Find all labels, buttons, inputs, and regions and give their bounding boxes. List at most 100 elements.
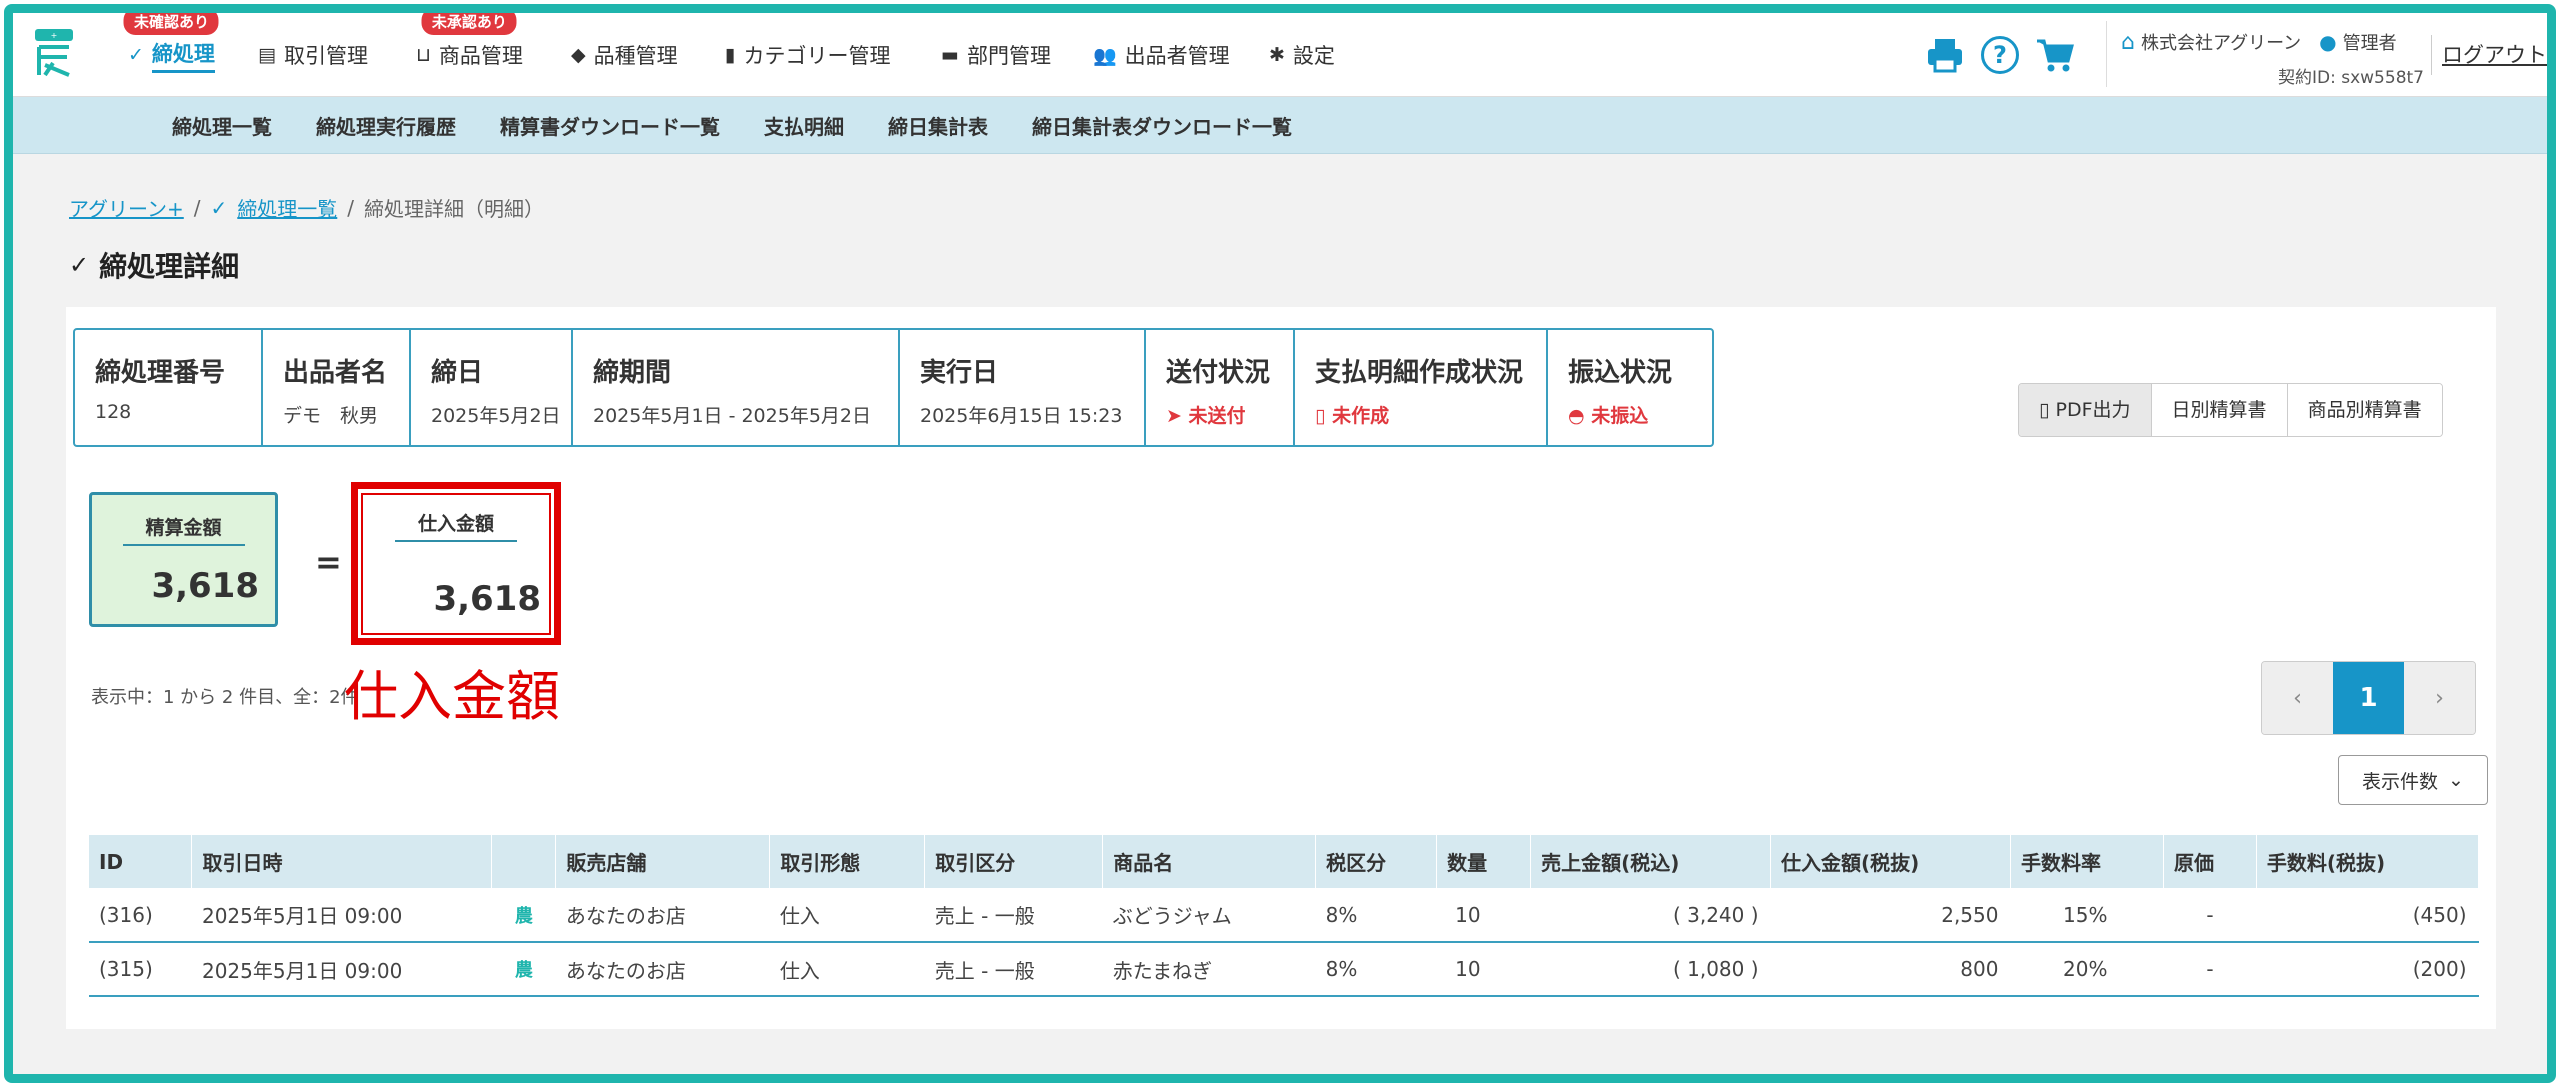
subnav-execution-history[interactable]: 締処理実行履歴	[316, 111, 456, 140]
subnav-statement-downloads[interactable]: 精算書ダウンロード一覧	[500, 111, 720, 140]
cell-fee-rate: 15%	[2010, 888, 2164, 943]
nav-label: 設定	[1292, 44, 1335, 68]
purchase-amount-label: 仕入金額	[395, 509, 517, 542]
info-send-status: 送付状況 ➤ 未送付	[1146, 330, 1295, 445]
col-store[interactable]: 販売店舗	[555, 835, 771, 888]
breadcrumb-sep: /	[347, 195, 355, 220]
settlement-amount-box: 精算金額 3,618	[89, 492, 278, 627]
info-value: 128	[95, 401, 132, 423]
nav-sellers[interactable]: 👥 出品者管理	[1093, 13, 1230, 97]
logout-link[interactable]: ログアウト	[2431, 35, 2547, 75]
subnav-summary-downloads[interactable]: 締日集計表ダウンロード一覧	[1032, 111, 1292, 140]
unapproved-badge: 未承認あり	[421, 13, 517, 35]
pdf-export-button[interactable]: ▯ PDF出力	[2019, 384, 2152, 436]
info-value: 2025年6月15日 15:23	[920, 405, 1123, 427]
col-sales[interactable]: 売上金額(税込)	[1530, 835, 1772, 888]
info-head: 支払明細作成状況	[1315, 358, 1524, 388]
transactions-table: ID 取引日時 販売店舗 取引形態 取引区分 商品名 税区分 数量 売上金額(税…	[89, 835, 2480, 997]
product-statement-button[interactable]: 商品別精算書	[2287, 384, 2442, 436]
daily-statement-button[interactable]: 日別精算書	[2151, 384, 2288, 436]
info-head: 振込状況	[1568, 358, 1673, 388]
info-execution-date: 実行日 2025年6月15日 15:23	[900, 330, 1146, 445]
pagination: ‹ 1 ›	[2261, 661, 2476, 735]
printer-icon[interactable]	[1925, 35, 1965, 75]
info-payment-detail-status: 支払明細作成状況 ▯ 未作成	[1295, 330, 1548, 445]
info-head: 実行日	[920, 358, 999, 388]
nav-closing[interactable]: 未確認あり ✓ 締処理	[123, 13, 219, 97]
col-qty[interactable]: 数量	[1436, 835, 1532, 888]
closing-info-table: 締処理番号 128 出品者名 デモ 秋男 締日 2025年5月2日 締期間 20…	[73, 328, 1714, 447]
cart-icon[interactable]	[2035, 35, 2075, 75]
col-tax[interactable]: 税区分	[1315, 835, 1438, 888]
cell-category: 売上 - 一般	[924, 942, 1103, 997]
button-label: PDF出力	[2055, 399, 2131, 421]
nav-label: 商品管理	[438, 44, 523, 68]
nav-varieties[interactable]: ◆ 品種管理	[571, 13, 678, 97]
col-date[interactable]: 取引日時	[191, 835, 493, 888]
per-page-dropdown[interactable]: 表示件数 ⌄	[2338, 755, 2488, 805]
next-page-button[interactable]: ›	[2404, 662, 2475, 734]
nav-transactions[interactable]: ▤ 取引管理	[258, 13, 368, 97]
col-type[interactable]: 取引形態	[769, 835, 926, 888]
page-title-text: 締処理詳細	[99, 250, 240, 283]
breadcrumb: アグリーン+ / ✓ 締処理一覧 / 締処理詳細（明細）	[69, 193, 544, 222]
info-value: ▯ 未作成	[1315, 401, 1528, 428]
app-logo-icon[interactable]: +	[33, 27, 75, 79]
prev-page-button[interactable]: ‹	[2262, 662, 2333, 734]
page-1-button[interactable]: 1	[2333, 662, 2404, 734]
user-icon: ●	[2319, 30, 2337, 54]
info-head: 締処理番号	[95, 358, 226, 388]
nav-departments[interactable]: ▬ 部門管理	[941, 13, 1051, 97]
help-icon[interactable]: ?	[1981, 36, 2019, 74]
col-icon	[491, 835, 557, 888]
cell-fee: (450)	[2256, 888, 2479, 943]
export-button-group: ▯ PDF出力 日別精算書 商品別精算書	[2018, 383, 2443, 437]
col-purchase[interactable]: 仕入金額(税抜)	[1770, 835, 2011, 888]
col-fee-rate[interactable]: 手数料率	[2010, 835, 2164, 888]
folder-icon: ▬	[941, 44, 959, 66]
sub-navbar: 締処理一覧 締処理実行履歴 精算書ダウンロード一覧 支払明細 締日集計表 締日集…	[13, 97, 2547, 154]
col-category[interactable]: 取引区分	[924, 835, 1104, 888]
subnav-closing-summary[interactable]: 締日集計表	[888, 111, 988, 140]
contract-id: 契約ID: sxw558t7	[2278, 68, 2424, 88]
subnav-closing-list[interactable]: 締処理一覧	[172, 111, 272, 140]
cell-tax: 8%	[1315, 942, 1437, 997]
cell-fee: (200)	[2256, 942, 2479, 997]
info-value: ◓ 未振込	[1568, 401, 1694, 428]
nav-settings[interactable]: ✱ 設定	[1269, 13, 1335, 97]
nav-label: 出品者管理	[1124, 44, 1230, 68]
nav-products[interactable]: 未承認あり ⊔ 商品管理	[416, 13, 523, 97]
tag-icon: ◆	[571, 44, 586, 66]
window-frame: + 未確認あり ✓ 締処理 ▤ 取引管理 未承認あり ⊔ 商品管理 ◆ 品種管理…	[4, 4, 2556, 1083]
purchase-amount-box: 仕入金額 3,618	[361, 493, 551, 635]
check-circle-icon: ✓	[128, 44, 144, 66]
col-id[interactable]: ID	[89, 835, 193, 888]
col-fee[interactable]: 手数料(税抜)	[2256, 835, 2480, 888]
table-header-row: ID 取引日時 販売店舗 取引形態 取引区分 商品名 税区分 数量 売上金額(税…	[89, 835, 2480, 888]
col-cost[interactable]: 原価	[2163, 835, 2257, 888]
company-name: 株式会社アグリーン	[2140, 33, 2302, 54]
breadcrumb-root[interactable]: アグリーン+	[69, 193, 184, 222]
farm-icon: 農	[491, 888, 556, 943]
cell-qty: 10	[1436, 888, 1531, 943]
info-value: ➤ 未送付	[1166, 401, 1275, 428]
piggy-bank-icon: ◓	[1568, 405, 1585, 427]
info-head: 送付状況	[1166, 358, 1271, 388]
info-value: 2025年5月1日 - 2025年5月2日	[593, 405, 871, 427]
users-icon: 👥	[1093, 44, 1117, 67]
info-seller-name: 出品者名 デモ 秋男	[263, 330, 411, 445]
nav-categories[interactable]: ▮ カテゴリー管理	[725, 13, 890, 97]
breadcrumb-list[interactable]: 締処理一覧	[237, 193, 337, 222]
settlement-amount-value: 3,618	[151, 566, 259, 606]
subnav-payment-details[interactable]: 支払明細	[764, 111, 844, 140]
cell-purchase: 800	[1770, 942, 2011, 997]
toolbar-icons: ?	[1925, 35, 2075, 75]
nav-label: 部門管理	[966, 44, 1051, 68]
col-product[interactable]: 商品名	[1102, 835, 1317, 888]
cell-category: 売上 - 一般	[924, 888, 1103, 943]
table-row[interactable]: (315) 2025年5月1日 09:00 農 あなたのお店 仕入 売上 - 一…	[89, 942, 2479, 997]
cell-store: あなたのお店	[555, 888, 770, 943]
table-row[interactable]: (316) 2025年5月1日 09:00 農 あなたのお店 仕入 売上 - 一…	[89, 888, 2479, 943]
account-info: ⌂ 株式会社アグリーン ● 管理者 契約ID: sxw558t7	[2121, 29, 2424, 89]
info-head: 締期間	[593, 358, 672, 388]
